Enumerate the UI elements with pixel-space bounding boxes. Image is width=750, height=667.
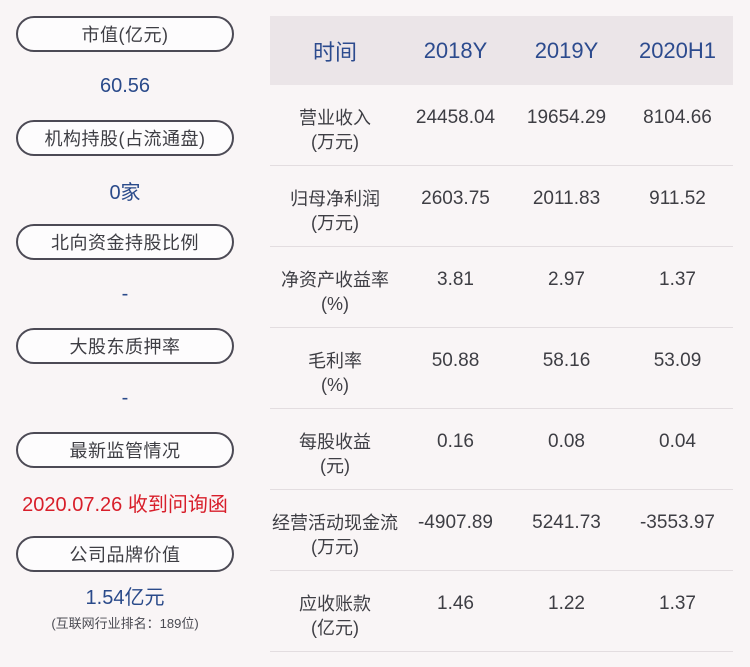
table-cell: 5241.73 bbox=[532, 512, 601, 533]
table-cell: 58.16 bbox=[542, 350, 591, 371]
table-row: 归母净利润 (万元) 2603.75 2011.83 911.52 bbox=[270, 166, 733, 247]
table-cell: 1.46 bbox=[437, 593, 474, 614]
header-col-2018: 2018Y bbox=[423, 37, 488, 63]
table-cell: -4907.89 bbox=[417, 512, 493, 533]
table-cell: 1.37 bbox=[659, 269, 696, 290]
brand-value-label: 公司品牌价值 bbox=[16, 536, 234, 572]
financial-table: 时间 2018Y 2019Y 2020H1 营业收入 (万元) 24458.04 … bbox=[270, 16, 733, 652]
table-cell: 911.52 bbox=[649, 188, 706, 209]
row-label-main: 每股收益 bbox=[299, 432, 371, 452]
row-label: 毛利率 (%) bbox=[270, 349, 400, 397]
table-cell: 3.81 bbox=[437, 269, 474, 290]
institutional-holding-value-text: 0家 bbox=[109, 181, 141, 204]
row-label: 应收账款 (亿元) bbox=[270, 592, 400, 640]
row-label-unit: (%) bbox=[321, 375, 349, 395]
table-cell: 19654.29 bbox=[526, 107, 607, 128]
row-label-main: 应收账款 bbox=[299, 594, 371, 614]
northbound-ratio-value: - bbox=[16, 260, 234, 328]
table-row: 每股收益 (元) 0.16 0.08 0.04 bbox=[270, 409, 733, 490]
table-cell: 0.08 bbox=[548, 431, 585, 452]
table-row: 营业收入 (万元) 24458.04 19654.29 8104.66 bbox=[270, 85, 733, 166]
table-row: 经营活动现金流 (万元) -4907.89 5241.73 -3553.97 bbox=[270, 490, 733, 571]
market-cap-value-text: 60.56 bbox=[99, 74, 151, 97]
row-label: 营业收入 (万元) bbox=[270, 106, 400, 154]
table-cell: 2.97 bbox=[548, 269, 585, 290]
header-col-2019: 2019Y bbox=[534, 37, 599, 63]
header-col-2020h1: 2020H1 bbox=[638, 37, 717, 63]
row-label-main: 归母净利润 bbox=[290, 189, 380, 209]
row-label-unit: (万元) bbox=[311, 537, 359, 557]
table-cell: 2011.83 bbox=[532, 188, 601, 209]
market-cap-value: 60.56 bbox=[16, 52, 234, 120]
table-header: 时间 2018Y 2019Y 2020H1 bbox=[270, 16, 733, 85]
table-cell: 53.09 bbox=[653, 350, 702, 371]
row-label: 每股收益 (元) bbox=[270, 430, 400, 478]
institutional-holding-label: 机构持股(占流通盘) bbox=[16, 120, 234, 156]
header-time: 时间 bbox=[312, 39, 357, 65]
table-row: 毛利率 (%) 50.88 58.16 53.09 bbox=[270, 328, 733, 409]
row-label-main: 净资产收益率 bbox=[281, 270, 389, 290]
institutional-holding-value: 0家 bbox=[16, 156, 234, 224]
row-label: 净资产收益率 (%) bbox=[270, 268, 400, 316]
pledge-ratio-value-text: - bbox=[121, 386, 129, 409]
table-row: 应收账款 (亿元) 1.46 1.22 1.37 bbox=[270, 571, 733, 652]
row-label-unit: (万元) bbox=[311, 132, 359, 152]
metrics-panel: 市值(亿元) 60.56 机构持股(占流通盘) 0家 北向资金持股比例 - 大股… bbox=[16, 16, 234, 640]
table-cell: 24458.04 bbox=[415, 107, 496, 128]
pledge-ratio-label: 大股东质押率 bbox=[16, 328, 234, 364]
brand-value-value-text: 1.54亿元 bbox=[85, 586, 165, 609]
northbound-ratio-value-text: - bbox=[121, 282, 129, 305]
table-cell: 2603.75 bbox=[421, 188, 490, 209]
financial-summary-card: 市值(亿元) 60.56 机构持股(占流通盘) 0家 北向资金持股比例 - 大股… bbox=[0, 0, 750, 667]
market-cap-label: 市值(亿元) bbox=[16, 16, 234, 52]
table-cell: 0.04 bbox=[659, 431, 696, 452]
brand-rank-note: (互联网行业排名：189位) bbox=[51, 615, 199, 631]
northbound-ratio-label: 北向资金持股比例 bbox=[16, 224, 234, 260]
table-cell: -3553.97 bbox=[639, 512, 715, 533]
row-label-main: 经营活动现金流 bbox=[272, 513, 398, 533]
row-label-main: 毛利率 bbox=[308, 351, 362, 371]
table-cell: 50.88 bbox=[431, 350, 480, 371]
row-label-unit: (%) bbox=[321, 294, 349, 314]
regulatory-status-value: 2020.07.26 收到问询函 bbox=[16, 468, 234, 536]
row-label-main: 营业收入 bbox=[299, 108, 371, 128]
row-label-unit: (元) bbox=[320, 456, 350, 476]
regulatory-status-label: 最新监管情况 bbox=[16, 432, 234, 468]
table-cell: 1.37 bbox=[659, 593, 696, 614]
table-cell: 1.22 bbox=[548, 593, 585, 614]
row-label: 归母净利润 (万元) bbox=[270, 187, 400, 235]
regulatory-status-value-text: 2020.07.26 收到问询函 bbox=[22, 493, 228, 516]
brand-value-value: 1.54亿元 (互联网行业排名：189位) bbox=[16, 572, 234, 640]
row-label: 经营活动现金流 (万元) bbox=[270, 511, 400, 559]
row-label-unit: (万元) bbox=[311, 213, 359, 233]
row-label-unit: (亿元) bbox=[311, 618, 359, 638]
pledge-ratio-value: - bbox=[16, 364, 234, 432]
table-cell: 8104.66 bbox=[643, 107, 712, 128]
table-cell: 0.16 bbox=[437, 431, 474, 452]
table-row: 净资产收益率 (%) 3.81 2.97 1.37 bbox=[270, 247, 733, 328]
